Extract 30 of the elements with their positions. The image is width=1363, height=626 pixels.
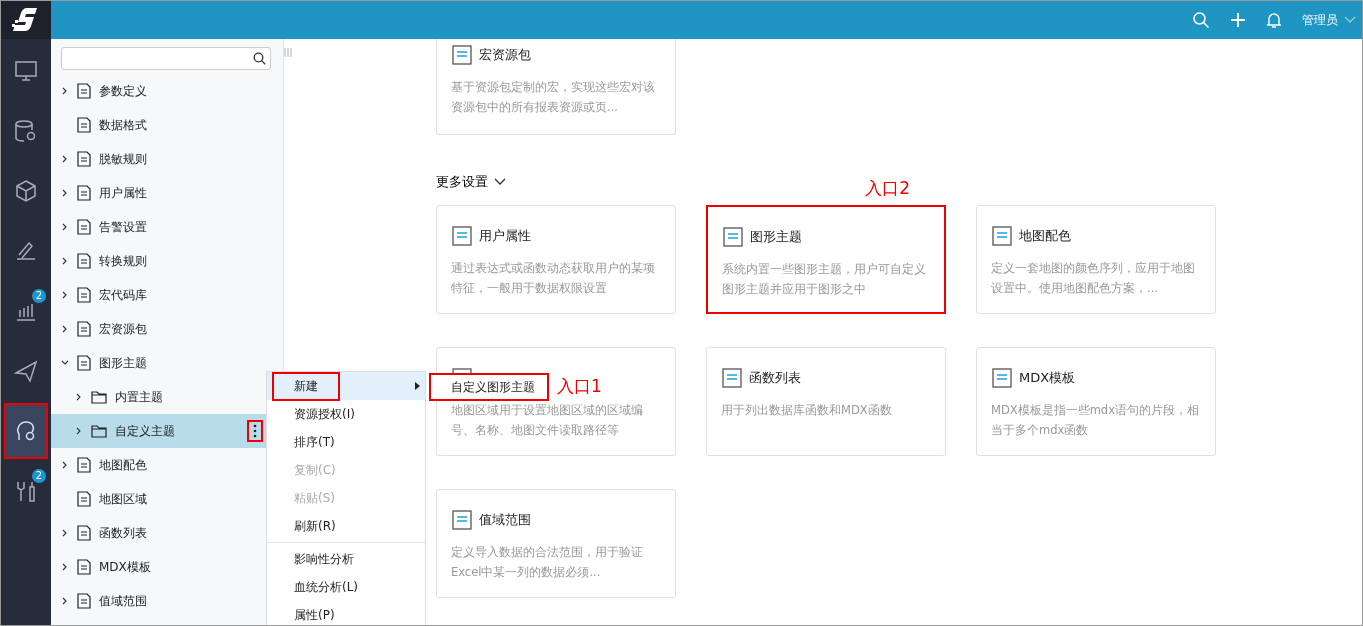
- tree-item[interactable]: 数据格式: [51, 108, 283, 142]
- tree-item[interactable]: 宏资源包: [51, 312, 283, 346]
- count-badge: 2: [32, 289, 46, 303]
- card[interactable]: 用户属性 通过表达式或函数动态获取用户的某项特征，一般用于数据权限设置: [436, 205, 676, 314]
- card[interactable]: MDX模板 MDX模板是指一些mdx语句的片段，相当于多个mdx函数: [976, 347, 1216, 456]
- card-description: 系统内置一些图形主题，用户可自定义图形主题并应用于图形之中: [722, 261, 927, 298]
- tree-item[interactable]: 转换规则: [51, 244, 283, 278]
- callout-label: 入口1: [557, 375, 602, 398]
- card-description: 定义一套地图的颜色序列，应用于地图设置中。使用地图配色方案，...: [991, 260, 1196, 297]
- card-description: 用于列出数据库函数和MDX函数: [721, 402, 893, 419]
- tree-item[interactable]: 宏代码库: [51, 278, 283, 312]
- menu-item[interactable]: 新建: [267, 372, 425, 400]
- card-description: 定义导入数据的合法范围，用于验证Excel中某一列的数据必须...: [451, 544, 644, 581]
- card-description: 通过表达式或函数动态获取用户的某项特征，一般用于数据权限设置: [451, 260, 656, 297]
- card-description: 地图区域用于设置地图区域的区域编号、名称、地图文件读取路径等: [451, 402, 644, 439]
- callout-label: 入口2: [865, 177, 910, 200]
- tree-item[interactable]: 告警设置: [51, 210, 283, 244]
- card[interactable]: 图形主题 系统内置一些图形主题，用户可自定义图形主题并应用于图形之中: [706, 205, 946, 314]
- tree-item[interactable]: 用户属性: [51, 176, 283, 210]
- card[interactable]: 地图配色 定义一套地图的颜色序列，应用于地图设置中。使用地图配色方案，...: [976, 205, 1216, 314]
- tree-item[interactable]: 脱敏规则: [51, 142, 283, 176]
- section-toggle[interactable]: 更多设置: [436, 173, 506, 191]
- card[interactable]: 宏资源包 基于资源包定制的宏，实现这些宏对该资源包中的所有报表资源或页...: [436, 39, 676, 135]
- card-description: 基于资源包定制的宏，实现这些宏对该资源包中的所有报表资源或页...: [451, 79, 656, 116]
- card[interactable]: 函数列表 用于列出数据库函数和MDX函数: [706, 347, 946, 456]
- menu-item[interactable]: 自定义图形主题: [429, 373, 549, 401]
- card-description: MDX模板是指一些mdx语句的片段，相当于多个mdx函数: [991, 402, 1200, 439]
- card[interactable]: 值域范围 定义导入数据的合法范围，用于验证Excel中某一列的数据必须...: [436, 489, 676, 598]
- count-badge: 2: [32, 469, 46, 483]
- tree-item[interactable]: 参数定义: [51, 74, 283, 108]
